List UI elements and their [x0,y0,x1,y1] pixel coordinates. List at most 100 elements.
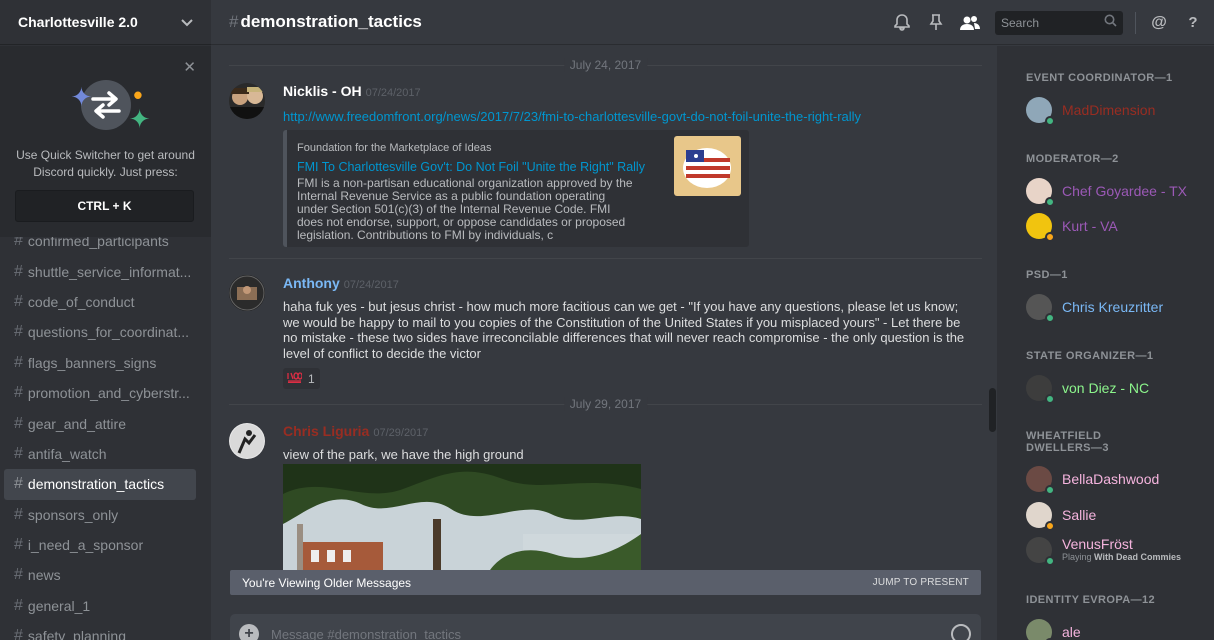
member-item[interactable]: MadDimension [1026,93,1206,127]
channel-item[interactable]: # shuttle_service_informat... [4,256,196,286]
sparkle-icon: ✦ [70,82,93,112]
message-composer: + [230,614,981,640]
message-timestamp: 07/24/2017 [343,279,399,291]
channel-item[interactable]: # general_1 [4,591,196,621]
embed-description: FMI is a non-partisan educational organi… [297,176,633,242]
message-separator [229,258,982,259]
search-bar[interactable] [995,10,1123,35]
member-item[interactable]: von Diez - NC [1026,371,1206,405]
activity-name: With Dead Commies [1094,552,1181,562]
channel-label: antifa_watch [27,445,107,462]
channel-header: #demonstration_tactics @ ? [211,0,1214,45]
status-online-icon [1045,313,1055,323]
channel-item[interactable]: # sponsors_only [4,500,196,530]
avatar[interactable] [229,275,265,311]
date-divider: July 29, 2017 [229,397,982,411]
member-activity: Playing With Dead Commies [1062,552,1181,562]
status-idle-icon [1045,232,1055,242]
upload-plus-icon[interactable]: + [239,624,259,640]
avatar [1026,294,1055,323]
channel-item[interactable]: # flags_banners_signs [4,348,196,378]
channel-label: news [27,567,61,584]
message-text: view of the park, we have the high groun… [283,447,524,462]
avatar[interactable] [229,83,265,119]
image-attachment[interactable] [283,464,641,584]
embed-thumbnail[interactable] [674,136,741,196]
member-item[interactable]: ale [1026,615,1206,640]
channel-sidebar: Charlottesville 2.0 # confirmed_participa… [0,0,211,640]
channel-item[interactable]: # questions_for_coordinat... [4,317,196,347]
channel-item[interactable]: # i_need_a_sponsor [4,530,196,560]
channel-label: general_1 [27,597,91,614]
message-link[interactable]: http://www.freedomfront.org/news/2017/7/… [283,109,977,124]
hash-icon: # [14,384,23,402]
member-item[interactable]: Chris Kreuzritter [1026,290,1206,324]
member-name: Kurt - VA [1062,218,1118,234]
channel-item[interactable]: # code_of_conduct [4,287,196,317]
role-group-header: MODERATOR—2 [1026,153,1119,165]
hash-icon: # [14,596,23,614]
hash-icon: # [14,536,23,554]
close-icon[interactable]: ✕ [183,58,196,76]
quick-switcher-text: Use Quick Switcher to get around Discord… [16,148,195,179]
member-item[interactable]: Kurt - VA [1026,209,1206,243]
hash-icon: # [14,566,23,584]
hash-icon: # [229,12,239,31]
date-divider-label: July 24, 2017 [563,58,648,72]
scrollbar-thumb[interactable] [989,388,996,432]
message-timestamp: 07/29/2017 [373,427,429,439]
message: Nicklis - OH 07/24/2017 http://www.freedo… [229,83,977,253]
search-input[interactable] [1001,15,1096,30]
message: Anthony 07/24/2017 haha fuk yes - but jes… [229,275,977,390]
mention-icon[interactable]: @ [1148,12,1170,34]
jump-to-present-button[interactable]: JUMP TO PRESENT [873,577,969,588]
emoji-picker-icon[interactable] [951,624,971,640]
channel-label: i_need_a_sponsor [27,537,144,554]
channel-item[interactable]: # safety_planning [4,621,196,640]
channel-item[interactable]: # antifa_watch [4,439,196,469]
channel-item[interactable]: # promotion_and_cyberstr... [4,378,196,408]
hash-icon: # [14,323,23,341]
member-item[interactable]: VenusFröst Playing With Dead Commies [1026,533,1206,569]
avatar [1026,619,1055,640]
member-item[interactable]: BellaDashwood [1026,462,1206,496]
channel-label: shuttle_service_informat... [27,263,192,280]
message-author[interactable]: Anthony [283,275,340,291]
channel-label: flags_banners_signs [27,354,157,371]
avatar [1026,375,1055,404]
hundred-points-icon [287,371,303,386]
channel-label: code_of_conduct [27,293,135,310]
message-author[interactable]: Nicklis - OH [283,83,362,99]
pin-icon[interactable] [925,12,947,34]
message-body: Nicklis - OH 07/24/2017 http://www.freedo… [283,83,977,124]
channel-item[interactable]: # news [4,560,196,590]
members-icon[interactable] [959,12,981,34]
quick-switcher-popup: ✕ ✦ • ✦ Use Quick Switcher to get around… [0,46,211,237]
avatar[interactable] [229,423,265,459]
message-timestamp: 07/24/2017 [365,87,421,99]
server-header[interactable]: Charlottesville 2.0 [0,0,211,45]
toolbar-divider [1135,11,1136,34]
avatar [1026,537,1055,566]
message-input[interactable] [271,626,951,640]
channel-item-active[interactable]: # demonstration_tactics [4,469,196,500]
chevron-down-icon[interactable] [181,15,193,30]
channel-item[interactable]: # gear_and_attire [4,408,196,438]
hash-icon: # [14,475,23,493]
message-author[interactable]: Chris Liguria [283,423,369,439]
help-icon[interactable]: ? [1182,12,1204,34]
reaction-button[interactable]: 1 [283,368,320,389]
hash-icon: # [14,292,23,310]
member-name: Chris Kreuzritter [1062,299,1164,315]
server-name: Charlottesville 2.0 [18,14,138,30]
message-text: haha fuk yes - but jesus christ - how mu… [283,299,965,361]
status-online-icon [1045,485,1055,495]
status-online-icon [1045,116,1055,126]
reaction-count: 1 [308,371,315,386]
member-item[interactable]: Chef Goyardee - TX [1026,174,1206,208]
date-divider-label: July 29, 2017 [563,397,648,411]
embed-title[interactable]: FMI To Charlottesville Gov't: Do Not Foi… [297,160,737,174]
status-online-icon [1045,197,1055,207]
member-item[interactable]: Sallie [1026,498,1206,532]
bell-icon[interactable] [891,12,913,34]
